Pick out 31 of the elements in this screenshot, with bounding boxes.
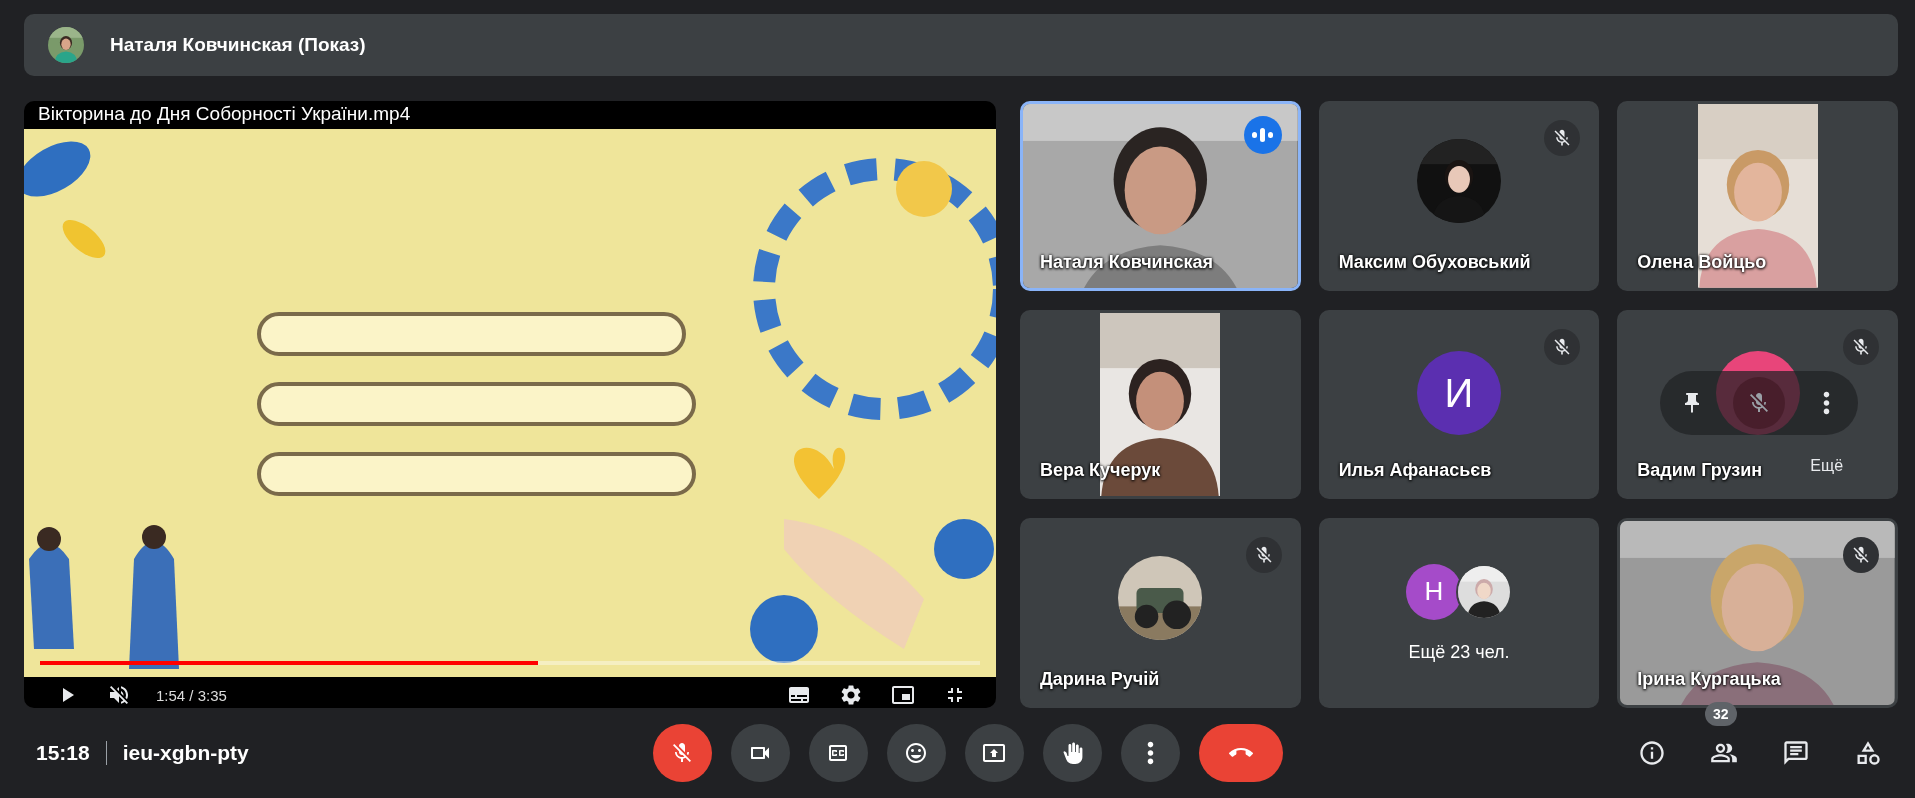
- leave-call-button[interactable]: [1198, 724, 1283, 782]
- mic-button[interactable]: [652, 724, 712, 782]
- emoji-icon: [904, 741, 928, 765]
- settings-icon: [839, 683, 863, 707]
- video-title: Вікторина до Дня Соборності України.mp4: [38, 103, 411, 125]
- participant-name: Вадим Грузин: [1637, 460, 1763, 482]
- video-time: 1:54 / 3:35: [156, 686, 227, 704]
- present-screen-icon: [982, 741, 1006, 765]
- more-icon: [1822, 390, 1830, 415]
- mute-button[interactable]: [1733, 376, 1786, 429]
- participant-name: Илья Афанасьєв: [1338, 460, 1492, 482]
- speaker-muted-icon: [107, 683, 131, 707]
- participant-name: Максим Обуховський: [1338, 251, 1531, 273]
- meeting-code: ieu-xgbn-pty: [122, 741, 249, 765]
- more-participants-label[interactable]: Ещё 23 чел.: [1408, 641, 1510, 663]
- info-icon: [1638, 739, 1666, 767]
- clock-time: 15:18: [36, 741, 90, 765]
- chat-icon: [1782, 739, 1810, 767]
- participant-name: Наталя Ковчинская: [1040, 251, 1214, 273]
- more-label: Ещё: [1810, 456, 1844, 475]
- participant-count: 32: [1705, 702, 1737, 726]
- presenter-name: Наталя Ковчинская (Показ): [110, 34, 366, 56]
- mic-off-icon: [1851, 545, 1871, 566]
- miniplayer-icon: [891, 683, 915, 707]
- participant-name: Дарина Ручій: [1040, 669, 1160, 690]
- more-icon: [1146, 741, 1154, 765]
- mic-off-icon: [1851, 336, 1871, 357]
- avatar-letter: И: [1417, 351, 1501, 436]
- participant-name: Ірина Кургацька: [1637, 669, 1781, 690]
- progress-bar[interactable]: [40, 661, 980, 665]
- mic-off-icon: [670, 741, 694, 765]
